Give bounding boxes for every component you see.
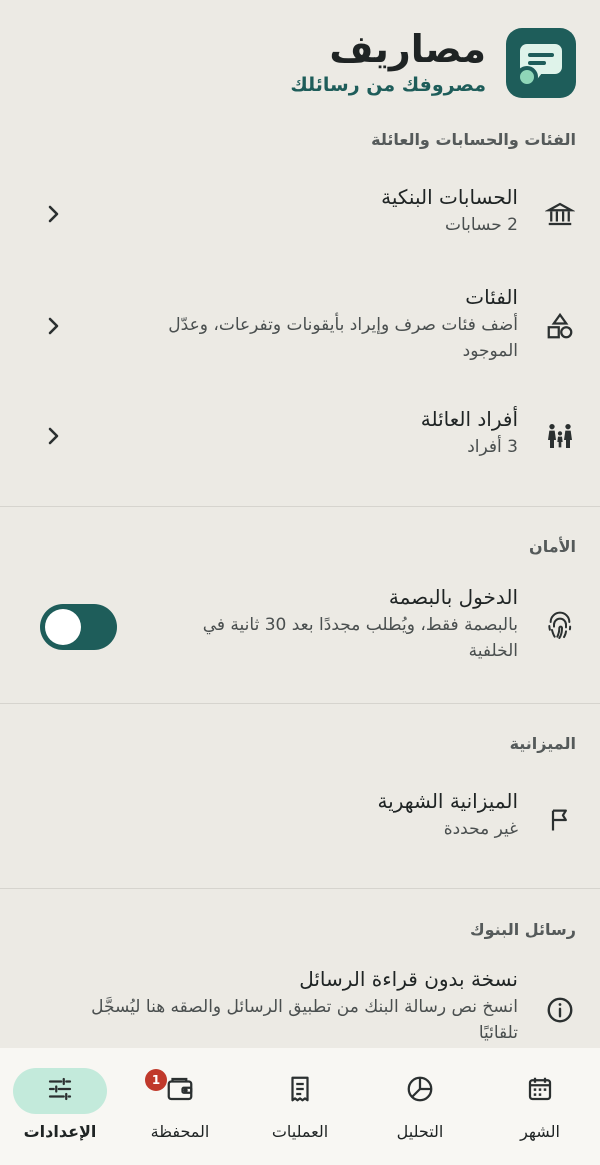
bottom-nav: الشهر التحليل العمليات 1 المحفظة الإعداد… xyxy=(0,1048,600,1165)
shapes-icon xyxy=(544,310,576,342)
nav-label: المحفظة xyxy=(150,1122,210,1141)
section-header-categories: الفئات والحسابات والعائلة xyxy=(371,130,576,149)
message-coin-icon xyxy=(506,28,576,98)
divider xyxy=(0,506,600,507)
divider xyxy=(0,888,600,889)
row-subtitle: 2 حسابات xyxy=(444,215,518,235)
row-title: نسخة بدون قراءة الرسائل xyxy=(299,967,518,991)
bank-accounts-text: الحسابات البنكية 2 حسابات xyxy=(381,184,518,238)
settings-screen: مصاريف مصروفك من رسائلك الفئات والحسابات… xyxy=(0,0,600,1048)
info-icon xyxy=(544,994,576,1026)
sliders-icon xyxy=(45,1074,75,1108)
nav-item-month[interactable]: الشهر xyxy=(480,1068,600,1158)
bank-accounts-row[interactable]: الحسابات البنكية 2 حسابات xyxy=(0,180,600,260)
section-header-bank-messages: رسائل البنوك xyxy=(469,920,576,939)
chevron-left-icon xyxy=(44,204,64,224)
fingerprint-row[interactable]: الدخول بالبصمة بالبصمة فقط، ويُطلب مجددً… xyxy=(0,580,600,680)
row-title: الحسابات البنكية xyxy=(381,185,518,209)
nav-item-settings[interactable]: الإعدادات xyxy=(0,1068,120,1158)
wallet-icon xyxy=(165,1074,195,1108)
row-subtitle: انسخ نص رسالة البنك من تطبيق الرسائل وال… xyxy=(91,994,518,1047)
receipt-icon xyxy=(285,1074,315,1108)
flag-icon xyxy=(544,804,576,836)
nav-icon-wrap xyxy=(253,1068,347,1114)
nav-item-analysis[interactable]: التحليل xyxy=(360,1068,480,1158)
nav-label: الإعدادات xyxy=(23,1122,97,1141)
family-row[interactable]: أفراد العائلة 3 أفراد xyxy=(0,402,600,474)
copy-message-row[interactable]: نسخة بدون قراءة الرسائل انسخ نص رسالة ال… xyxy=(0,962,600,1048)
app-header: مصاريف مصروفك من رسائلك xyxy=(290,28,576,98)
family-text: أفراد العائلة 3 أفراد xyxy=(421,406,518,460)
app-title: مصاريف xyxy=(329,27,486,72)
row-subtitle-line1: انسخ نص رسالة البنك من تطبيق الرسائل وال… xyxy=(91,997,518,1017)
nav-item-wallet[interactable]: 1 المحفظة xyxy=(120,1068,240,1158)
app-titles: مصاريف مصروفك من رسائلك xyxy=(290,27,486,96)
nav-item-transactions[interactable]: العمليات xyxy=(240,1068,360,1158)
bank-icon xyxy=(544,198,576,230)
nav-icon-wrap xyxy=(373,1068,467,1114)
row-subtitle-line2: الخلفية xyxy=(468,641,518,662)
wallet-badge: 1 xyxy=(145,1069,167,1091)
row-title: الميزانية الشهرية xyxy=(377,789,518,813)
nav-icon-wrap xyxy=(13,1068,107,1114)
categories-row[interactable]: الفئات أضف فئات صرف وإيراد بأيقونات وتفر… xyxy=(0,280,600,380)
app-subtitle: مصروفك من رسائلك xyxy=(290,73,486,96)
pie-chart-icon xyxy=(405,1074,435,1108)
chevron-left-icon xyxy=(44,316,64,336)
nav-icon-wrap: 1 xyxy=(133,1068,227,1114)
nav-label: التحليل xyxy=(396,1122,444,1141)
divider xyxy=(0,703,600,704)
row-subtitle: بالبصمة فقط، ويُطلب مجددًا بعد 30 ثانية … xyxy=(203,612,518,665)
family-icon xyxy=(544,420,576,452)
row-subtitle: غير محددة xyxy=(443,819,518,839)
nav-icon-wrap xyxy=(493,1068,587,1114)
fingerprint-text: الدخول بالبصمة بالبصمة فقط، ويُطلب مجددً… xyxy=(203,584,518,665)
calendar-icon xyxy=(525,1074,555,1108)
section-header-security: الأمان xyxy=(529,537,576,556)
nav-label: الشهر xyxy=(520,1122,560,1141)
row-subtitle-line2: الموجود xyxy=(462,341,518,362)
row-subtitle-line2: تلقائيًا xyxy=(478,1023,518,1044)
chevron-left-icon xyxy=(44,426,64,446)
nav-label: العمليات xyxy=(271,1122,329,1141)
copy-message-text: نسخة بدون قراءة الرسائل انسخ نص رسالة ال… xyxy=(91,966,518,1047)
fingerprint-toggle[interactable] xyxy=(40,604,117,650)
section-header-budget: الميزانية xyxy=(509,734,576,753)
fingerprint-icon xyxy=(544,610,576,642)
monthly-budget-row[interactable]: الميزانية الشهرية غير محددة xyxy=(0,784,600,856)
row-title: الفئات xyxy=(465,285,518,309)
row-subtitle-line1: بالبصمة فقط، ويُطلب مجددًا بعد 30 ثانية … xyxy=(202,615,518,635)
row-title: الدخول بالبصمة xyxy=(388,585,518,609)
row-subtitle-line1: أضف فئات صرف وإيراد بأيقونات وتفرعات، وع… xyxy=(168,315,518,335)
row-subtitle: 3 أفراد xyxy=(467,437,518,457)
toggle-knob xyxy=(45,609,81,645)
monthly-budget-text: الميزانية الشهرية غير محددة xyxy=(377,788,518,842)
categories-text: الفئات أضف فئات صرف وإيراد بأيقونات وتفر… xyxy=(168,284,518,365)
row-subtitle: أضف فئات صرف وإيراد بأيقونات وتفرعات، وع… xyxy=(168,312,518,365)
row-title: أفراد العائلة xyxy=(420,407,518,431)
